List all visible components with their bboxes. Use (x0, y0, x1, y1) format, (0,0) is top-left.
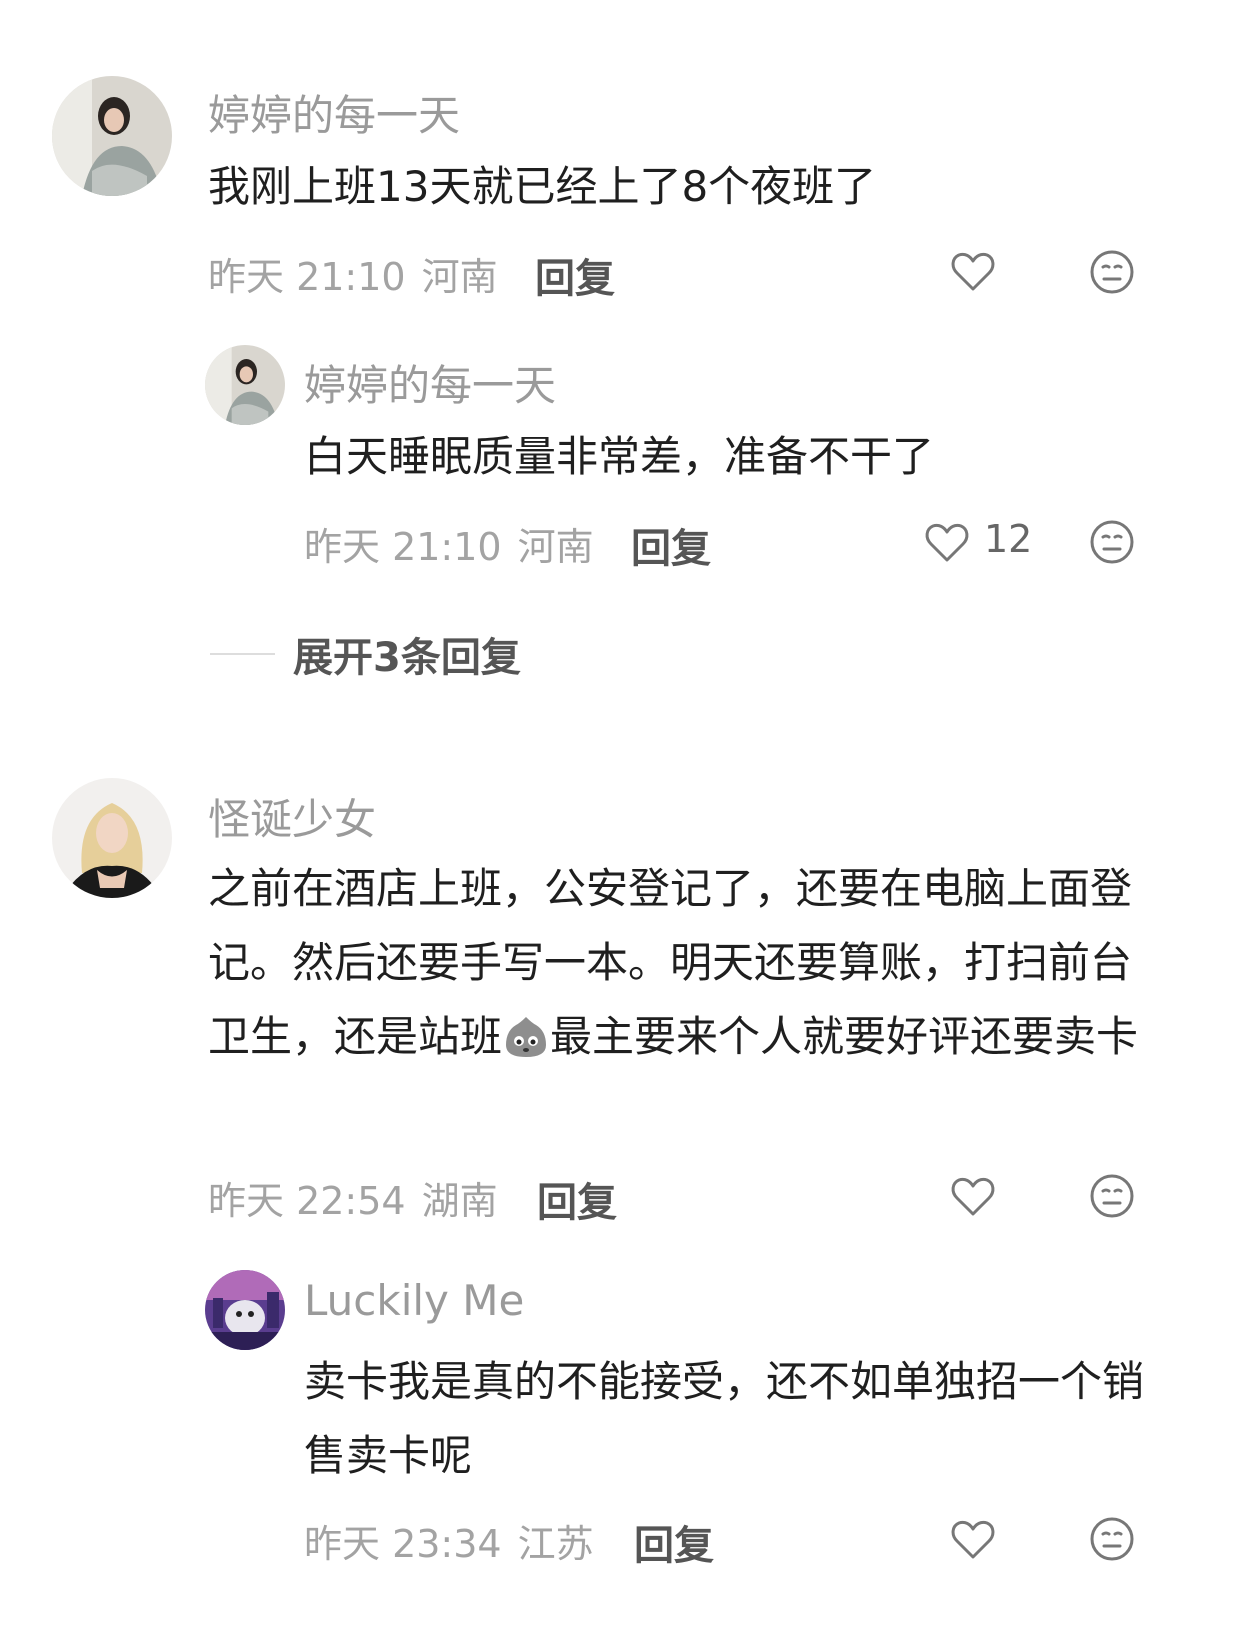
reply-button[interactable]: 回复 (634, 1513, 714, 1571)
comment-location: 湖南 (421, 1179, 498, 1223)
avatar[interactable] (52, 76, 172, 196)
heart-icon[interactable] (923, 518, 971, 566)
divider (210, 653, 275, 655)
heart-icon[interactable] (949, 1515, 997, 1563)
username[interactable]: Luckily Me (304, 1276, 524, 1325)
comment-text: 之前在酒店上班，公安登记了，还要在电脑上面登记。然后还要手写一本。明天还要算账，… (208, 852, 1168, 1074)
username[interactable]: 婷婷的每一天 (208, 82, 460, 143)
reply-button[interactable]: 回复 (535, 246, 615, 304)
like-count: 12 (984, 517, 1033, 561)
avatar[interactable] (52, 778, 172, 898)
reply-time: 昨天 21:10 (304, 525, 502, 569)
expand-replies-label: 展开3条回复 (293, 635, 521, 681)
expand-replies-button[interactable]: 展开3条回复 (210, 625, 521, 683)
comment-time: 昨天 21:10 (208, 255, 406, 299)
comment-text-part: 最主要来个人就要好评还要卖卡 (550, 1012, 1139, 1061)
reply-text: 卖卡我是真的不能接受，还不如单独招一个销售卖卡呢 (304, 1357, 1145, 1480)
username[interactable]: 婷婷的每一天 (304, 352, 556, 413)
reply-location: 河南 (517, 525, 594, 569)
comment-text: 我刚上班13天就已经上了8个夜班了 (208, 162, 877, 211)
reply-button[interactable]: 回复 (537, 1170, 617, 1228)
comment-meta: 昨天 22:54 湖南 (208, 1170, 498, 1225)
comment-meta: 昨天 21:10 河南 (208, 246, 498, 301)
meh-face-icon[interactable] (1088, 518, 1136, 566)
avatar[interactable] (205, 345, 285, 425)
reply-time: 昨天 23:34 (304, 1522, 502, 1566)
meh-face-icon[interactable] (1088, 248, 1136, 296)
cry-face-emoji (506, 1017, 547, 1057)
avatar[interactable] (205, 1270, 285, 1350)
comment-location: 河南 (421, 255, 498, 299)
heart-icon[interactable] (949, 247, 997, 295)
meh-face-icon[interactable] (1088, 1515, 1136, 1563)
reply-text: 白天睡眠质量非常差，准备不干了 (304, 432, 935, 481)
reply-meta: 昨天 21:10 河南 (304, 516, 594, 571)
meh-face-icon[interactable] (1088, 1172, 1136, 1220)
username[interactable]: 怪诞少女 (208, 786, 376, 847)
reply-meta: 昨天 23:34 江苏 (304, 1513, 594, 1568)
heart-icon[interactable] (949, 1172, 997, 1220)
comment-time: 昨天 22:54 (208, 1179, 406, 1223)
reply-location: 江苏 (517, 1522, 594, 1566)
reply-button[interactable]: 回复 (631, 516, 711, 574)
